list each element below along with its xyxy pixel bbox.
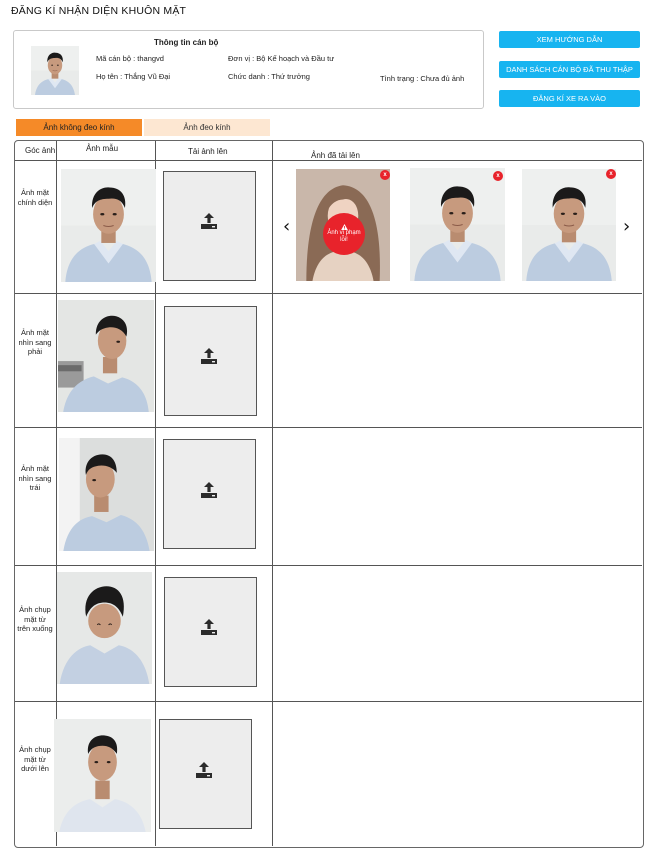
vehicle-register-button[interactable]: ĐĂNG KÍ XE RA VÀO — [499, 90, 640, 107]
column-header-upload: Tải ảnh lên — [188, 147, 228, 156]
row-label-left: Ảnh mặt nhìn sang trái — [18, 464, 52, 492]
row-label-right: Ảnh mặt nhìn sang phải — [18, 328, 52, 356]
sample-photo-right — [58, 300, 154, 412]
upload-icon — [199, 212, 219, 230]
chevron-right-icon[interactable]: › — [623, 218, 630, 236]
upload-icon — [199, 481, 219, 499]
column-header-uploaded: Ảnh đã tải lên — [311, 151, 360, 160]
chevron-left-icon[interactable]: ‹ — [283, 218, 290, 236]
uploaded-photo-item[interactable]: x — [410, 168, 505, 281]
close-icon[interactable]: x — [380, 170, 390, 180]
uploaded-photo-item[interactable]: x — [522, 169, 616, 281]
upload-dropzone-bottom-up[interactable] — [159, 719, 252, 829]
violation-badge: Ảnh vi phạm lỗi! — [323, 213, 365, 255]
row-divider — [15, 701, 642, 702]
sample-photo-bottom-up — [54, 719, 151, 832]
row-divider — [15, 293, 642, 294]
sample-photo-left — [59, 438, 154, 551]
upload-dropzone-front[interactable] — [163, 171, 256, 281]
row-label-top-down: Ảnh chụp mặt từ trên xuống — [17, 605, 53, 633]
staff-status: Tình trạng : Chưa đủ ảnh — [380, 74, 465, 83]
upload-dropzone-right[interactable] — [164, 306, 257, 416]
sample-photo-top-down — [57, 572, 152, 684]
staff-id: Mã cán bộ : thangvd — [96, 54, 164, 63]
close-icon[interactable]: x — [606, 169, 616, 179]
tab-with-glasses[interactable]: Ảnh đeo kính — [144, 119, 270, 136]
row-label-bottom-up: Ảnh chụp mặt từ dưới lên — [19, 745, 51, 773]
upload-dropzone-top-down[interactable] — [164, 577, 257, 687]
upload-icon — [199, 618, 219, 636]
row-divider — [15, 427, 642, 428]
view-guide-button[interactable]: XEM HƯỚNG DẪN — [499, 31, 640, 48]
staff-info-card: Thông tin cán bộ Mã cán bộ : thangvd Họ … — [13, 30, 484, 109]
collected-staff-list-button[interactable]: DANH SÁCH CÁN BỘ ĐÃ THU THẬP — [499, 61, 640, 78]
close-icon[interactable]: x — [493, 171, 503, 181]
staff-info-heading: Thông tin cán bộ — [154, 38, 219, 47]
upload-dropzone-left[interactable] — [163, 439, 256, 549]
sample-photo-front — [61, 169, 156, 282]
row-divider — [15, 565, 642, 566]
row-label-front: Ảnh mặt chính diện — [17, 188, 53, 207]
tab-no-glasses[interactable]: Ảnh không đeo kính — [16, 119, 142, 136]
page-title: ĐĂNG KÍ NHẬN DIỆN KHUÔN MẶT — [11, 5, 187, 17]
column-header-sample: Ảnh mẫu — [86, 144, 119, 153]
avatar — [31, 46, 79, 95]
upload-icon — [199, 347, 219, 365]
column-header-angle: Góc ảnh — [25, 146, 56, 155]
uploaded-photo-item[interactable]: Ảnh vi phạm lỗi! x — [296, 169, 390, 281]
upload-icon — [194, 761, 214, 779]
violation-text: Ảnh vi phạm lỗi! — [327, 230, 361, 243]
uploaded-photo — [522, 169, 616, 281]
uploaded-photo — [410, 168, 505, 281]
header-divider — [15, 160, 642, 161]
column-divider — [272, 141, 273, 846]
staff-name: Họ tên : Thắng Vũ Đại — [96, 72, 171, 81]
staff-position: Chức danh : Thứ trưởng — [228, 72, 310, 81]
staff-unit: Đơn vị : Bộ Kế hoạch và Đầu tư — [228, 54, 335, 63]
